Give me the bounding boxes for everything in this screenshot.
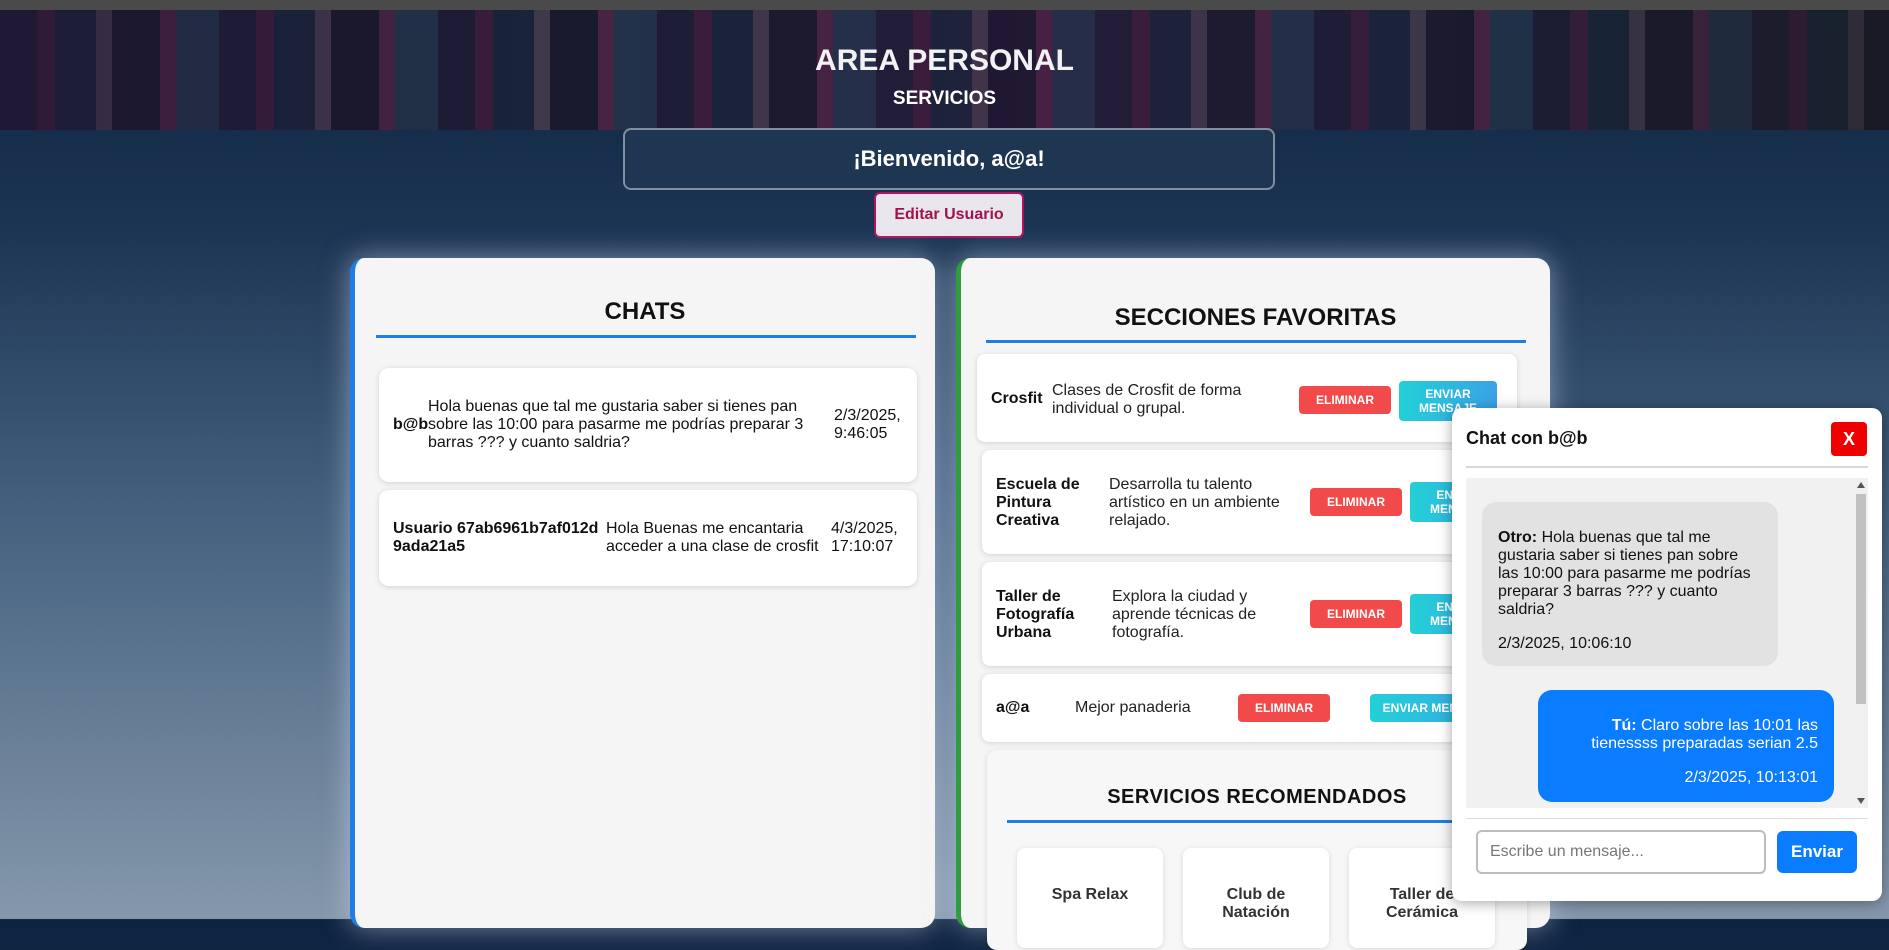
favorite-name: a@a (996, 699, 1030, 716)
recommended-title: SERVICIOS RECOMENDADOS (1107, 786, 1407, 808)
chat-window-title: Chat con b@b (1466, 428, 1588, 448)
chat-window-divider (1466, 466, 1868, 468)
edit-user-button[interactable]: Editar Usuario (874, 192, 1024, 238)
incoming-message: Otro: Hola buenas que tal me gustaria sa… (1482, 502, 1778, 666)
page-subtitle: SERVICIOS (892, 88, 997, 109)
page-header: AREA PERSONAL SERVICIOS (0, 10, 1889, 130)
chat-time: 17:10:07 (831, 538, 894, 555)
recommended-card[interactable]: Spa Relax (1017, 848, 1163, 948)
chat-user: b@b (393, 416, 429, 433)
favorite-item: a@a Mejor panaderia ELIMINAR ENVIAR MENS… (982, 674, 1522, 742)
scroll-down-arrow-icon[interactable] (1857, 798, 1865, 804)
chats-title: CHATS (604, 298, 686, 325)
outgoing-message: Tú: Claro sobre las 10:01 las tienessss … (1538, 690, 1834, 802)
favorite-description: Clases de Crosfit de forma individual o … (1052, 382, 1242, 417)
chat-date: 4/3/2025, (831, 520, 898, 537)
favorites-title-underline (986, 340, 1526, 343)
favorite-item: Escuela de Pintura Creativa Desarrolla t… (982, 450, 1522, 554)
chat-user: Usuario 67ab6961b7af012d9ada21a5 (393, 520, 599, 555)
chat-window: Chat con b@b X Otro: Hola buenas que tal… (1452, 408, 1882, 901)
scroll-thumb[interactable] (1856, 494, 1866, 704)
chat-time: 9:46:05 (834, 425, 888, 442)
chats-panel: CHATS b@b Hola buenas que tal me gustari… (350, 258, 935, 928)
favorite-name: Taller de Fotografía Urbana (996, 588, 1075, 641)
close-chat-button[interactable]: X (1831, 422, 1867, 456)
favorite-description: Mejor panaderia (1075, 699, 1191, 716)
message-sender: Otro: (1498, 529, 1538, 546)
chat-input-divider (1466, 818, 1868, 819)
chat-message-preview: Hola buenas que tal me gustaria saber si… (428, 398, 804, 451)
favorite-name: Escuela de Pintura Creativa (996, 476, 1080, 529)
scroll-up-arrow-icon[interactable] (1857, 482, 1865, 488)
favorite-item: Crosfit Clases de Crosfit de forma indiv… (977, 354, 1517, 442)
browser-top-bar (0, 0, 1889, 10)
recommended-title-underline (1007, 820, 1507, 823)
chat-messages-area[interactable]: Otro: Hola buenas que tal me gustaria sa… (1466, 478, 1868, 808)
chats-title-underline (376, 335, 916, 338)
message-sender: Tú: (1611, 717, 1637, 734)
favorites-title: SECCIONES FAVORITAS (1114, 304, 1397, 331)
chat-list-item[interactable]: b@b Hola buenas que tal me gustaria sabe… (379, 368, 917, 482)
message-timestamp: 2/3/2025, 10:13:01 (1684, 769, 1818, 786)
recommended-card[interactable]: Club de Natación (1183, 848, 1329, 948)
favorite-description: Explora la ciudad y aprende técnicas de … (1112, 588, 1257, 641)
chat-list-item[interactable]: Usuario 67ab6961b7af012d9ada21a5 Hola Bu… (379, 490, 917, 586)
delete-favorite-button[interactable]: ELIMINAR (1238, 694, 1330, 722)
message-input[interactable] (1476, 830, 1766, 874)
recommended-name: Spa Relax (1051, 886, 1129, 903)
welcome-banner: ¡Bienvenido, a@a! (623, 128, 1275, 190)
delete-favorite-button[interactable]: ELIMINAR (1299, 386, 1391, 414)
page-title: AREA PERSONAL (815, 44, 1074, 77)
delete-favorite-button[interactable]: ELIMINAR (1310, 600, 1402, 628)
favorite-name: Crosfit (991, 390, 1043, 407)
delete-favorite-button[interactable]: ELIMINAR (1310, 488, 1402, 516)
chat-message-preview: Hola Buenas me encantaria acceder a una … (606, 520, 819, 555)
recommended-name: Club de Natación (1222, 886, 1290, 921)
chat-date: 2/3/2025, (834, 407, 901, 424)
messages-scrollbar[interactable] (1854, 478, 1868, 808)
favorite-item: Taller de Fotografía Urbana Explora la c… (982, 562, 1522, 666)
send-button[interactable]: Enviar (1777, 831, 1857, 873)
recommended-section: SERVICIOS RECOMENDADOS Spa Relax Club de… (987, 750, 1527, 950)
favorite-description: Desarrolla tu talento artístico en un am… (1109, 476, 1280, 529)
message-timestamp: 2/3/2025, 10:06:10 (1498, 635, 1632, 652)
